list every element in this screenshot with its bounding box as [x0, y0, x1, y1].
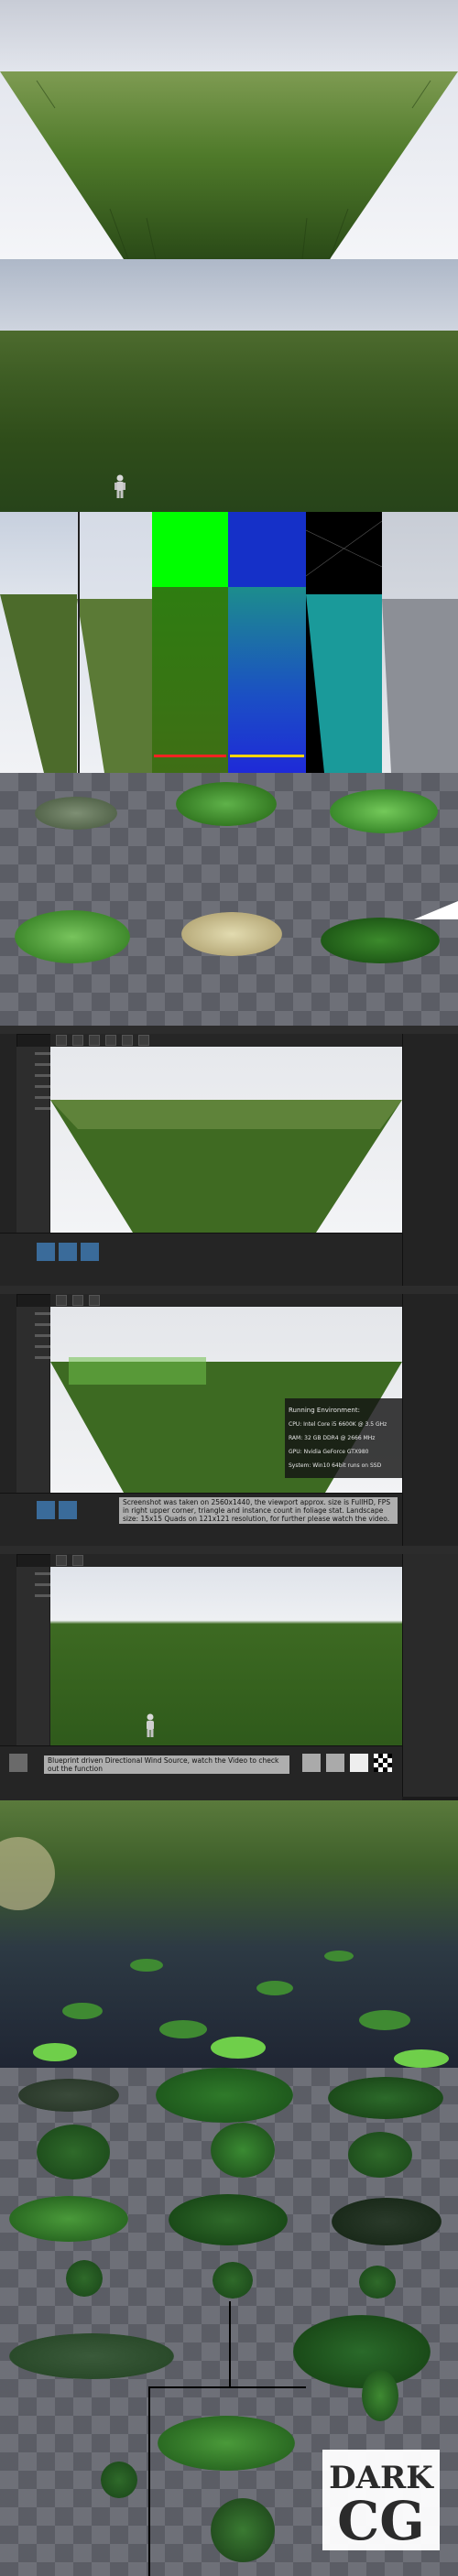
plant-1	[18, 2079, 119, 2112]
plant-4	[37, 2125, 110, 2179]
content-browser[interactable]: Screenshot was taken on 2560x1440, the v…	[0, 1493, 402, 1546]
asset-thumbnail[interactable]	[59, 1243, 77, 1261]
wind-note: Blueprint driven Directional Wind Source…	[44, 1755, 289, 1774]
plant-15	[158, 2416, 295, 2471]
editor-window-1	[0, 1026, 458, 1286]
plant-14	[293, 2315, 431, 2388]
plant-18	[362, 2370, 398, 2421]
svg-text:CG: CG	[337, 2490, 425, 2550]
plant-12	[359, 2266, 396, 2299]
settings-button[interactable]	[105, 1035, 116, 1046]
tuft-3	[330, 789, 438, 833]
debug-views	[0, 512, 458, 773]
content-browser[interactable]: Blueprint driven Directional Wind Source…	[0, 1745, 402, 1800]
play-button[interactable]	[72, 1555, 83, 1566]
viewport[interactable]: Running Environment: CPU: Intel Core i5 …	[50, 1307, 402, 1493]
plant-13	[9, 2333, 174, 2379]
lit-view	[0, 512, 77, 773]
unlit-view	[77, 512, 152, 773]
asset-thumbnail[interactable]	[9, 1754, 27, 1772]
plant-2	[156, 2068, 293, 2123]
grass-wedge-render	[0, 0, 458, 259]
main-toolbar	[50, 1294, 402, 1307]
plant-5	[211, 2123, 275, 2178]
save-button[interactable]	[56, 1035, 67, 1046]
running-env-line: System: Win10 64bit runs on SSD	[289, 1462, 382, 1469]
screenshot-note: Screenshot was taken on 2560x1440, the v…	[119, 1497, 398, 1524]
asset-thumbnail[interactable]	[59, 1501, 77, 1519]
plant-17	[211, 2498, 275, 2562]
asset-thumbnail[interactable]	[37, 1243, 55, 1261]
grass-wedge	[0, 71, 458, 259]
save-button[interactable]	[56, 1555, 67, 1566]
asset-thumbnail[interactable]	[326, 1754, 344, 1772]
details-panel[interactable]	[402, 1554, 458, 1797]
plant-6	[348, 2132, 412, 2178]
content-button[interactable]	[89, 1035, 100, 1046]
running-env-line: CPU: Intel Core i5 6600K @ 3.5 GHz	[289, 1420, 387, 1428]
play-button[interactable]	[89, 1295, 100, 1306]
tuft-6	[321, 918, 440, 963]
editor-window-2: Running Environment: CPU: Intel Core i5 …	[0, 1286, 458, 1546]
plant-10	[66, 2260, 103, 2297]
plant-9	[332, 2198, 442, 2245]
tuft-1	[35, 797, 117, 830]
viewport[interactable]	[50, 1567, 402, 1745]
viewport[interactable]	[50, 1047, 402, 1233]
source-control-button[interactable]	[72, 1035, 83, 1046]
details-panel[interactable]	[402, 1294, 458, 1546]
asset-thumbnail[interactable]	[350, 1754, 368, 1772]
grass-ground	[0, 331, 458, 512]
running-environment-box: Running Environment: CPU: Intel Core i5 …	[285, 1398, 402, 1478]
build-button[interactable]	[122, 1035, 133, 1046]
plant-3	[328, 2077, 443, 2119]
plants-render	[0, 1800, 458, 2068]
asset-thumbnail[interactable]	[37, 1501, 55, 1519]
details-panel[interactable]	[402, 1034, 458, 1286]
editor-window-3: Blueprint driven Directional Wind Source…	[0, 1546, 458, 1800]
wireframe-view	[306, 512, 382, 773]
asset-thumbnail[interactable]	[302, 1754, 321, 1772]
grass-tufts-checker	[0, 773, 458, 1026]
content-button[interactable]	[72, 1295, 83, 1306]
running-env-line: GPU: Nvidia GeForce GTX980	[289, 1448, 369, 1455]
tuft-5	[181, 912, 282, 956]
asset-thumbnail[interactable]	[81, 1243, 99, 1261]
mannequin-figure	[114, 474, 125, 498]
normal-view	[152, 512, 228, 773]
asset-thumbnail[interactable]	[374, 1754, 392, 1772]
grass-field-render	[0, 259, 458, 512]
running-env-heading: Running Environment:	[289, 1406, 360, 1414]
content-browser[interactable]	[0, 1233, 402, 1286]
shaded-view	[382, 512, 458, 773]
plant-16	[101, 2462, 137, 2498]
plant-7	[9, 2196, 128, 2242]
save-button[interactable]	[56, 1295, 67, 1306]
main-toolbar	[50, 1034, 402, 1047]
running-env-line: RAM: 32 GB DDR4 @ 2666 MHz	[289, 1434, 376, 1441]
tuft-4	[15, 910, 130, 963]
roughness-view	[228, 512, 306, 773]
tuft-2	[176, 782, 277, 826]
play-button[interactable]	[138, 1035, 149, 1046]
plant-11	[213, 2262, 253, 2299]
plant-8	[169, 2194, 288, 2245]
darkcg-watermark-logo: DARK CG	[322, 2450, 440, 2550]
main-toolbar	[50, 1554, 402, 1567]
